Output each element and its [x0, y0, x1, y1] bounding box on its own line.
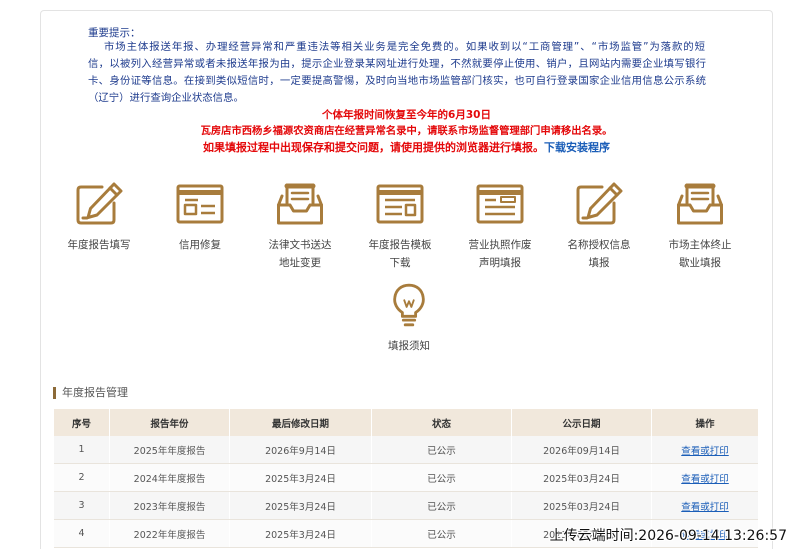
browser-hint-alert: 如果填报过程中出现保存和提交问题，请使用提供的浏览器进行填报。下载安装程序: [40, 141, 773, 155]
column-header: 序号: [54, 409, 110, 436]
status: 已公示: [372, 492, 512, 519]
service-label: 年度报告模板下载: [368, 239, 432, 269]
row-index: 4: [54, 520, 110, 547]
report-year: 2022年年度报告: [110, 520, 230, 547]
service-label: 法律文书送达地址变更: [268, 239, 332, 269]
service-name-authorization[interactable]: 名称授权信息填报: [554, 180, 644, 272]
browser-hint-text: 如果填报过程中出现保存和提交问题，请使用提供的浏览器进行填报。: [203, 141, 544, 154]
column-header: 操作: [695, 418, 715, 430]
status: 已公示: [372, 464, 512, 491]
download-installer-link[interactable]: 下载安装程序: [544, 141, 610, 154]
view-print-link[interactable]: 查看或打印: [681, 499, 729, 513]
service-report-template-download[interactable]: 年度报告模板下载: [355, 180, 445, 272]
document-tray-icon: [655, 180, 745, 228]
service-label: 营业执照作废声明填报: [468, 239, 532, 269]
last-modified: 2025年3月24日: [230, 492, 372, 519]
last-modified: 2025年3月24日: [230, 520, 372, 547]
view-print-link[interactable]: 查看或打印: [681, 471, 729, 485]
action-cell: 查看或打印: [652, 464, 758, 491]
service-label: 年度报告填写: [67, 239, 131, 251]
column-header: 公示日期: [512, 409, 652, 436]
publish-date: 2025年03月24日: [512, 464, 652, 491]
document-tray-icon: [255, 180, 345, 228]
notice-title: 重要提示：: [88, 27, 141, 39]
table-header-row: 序号 报告年份 最后修改日期 状态 公示日期 操作: [54, 409, 758, 436]
service-label: 市场主体终止歇业填报: [668, 239, 732, 269]
last-modified: 2026年9月14日: [230, 436, 372, 463]
upload-time-watermark: 上传云端时间:2026-09-14 13:26:57: [549, 528, 787, 544]
publish-date: 2025年03月24日: [512, 492, 652, 519]
action-cell: 查看或打印: [652, 436, 758, 463]
lightbulb-icon: [364, 280, 454, 330]
service-label: 信用修复: [179, 239, 221, 251]
service-license-void-notice[interactable]: 营业执照作废声明填报: [455, 180, 545, 272]
status: 已公示: [372, 436, 512, 463]
service-annual-report-fill[interactable]: 年度报告填写: [54, 180, 144, 254]
notice-line: 信，以被列入经营异常或者未报送年报为由，提示企业登录某网址进行处理，不然就要停止…: [88, 58, 706, 70]
row-index: 3: [54, 492, 110, 519]
publish-date: 2026年09月14日: [512, 436, 652, 463]
status: 已公示: [372, 520, 512, 547]
column-header: 状态: [372, 409, 512, 436]
table-row: 2 2024年年度报告 2025年3月24日 已公示 2025年03月24日 查…: [54, 464, 758, 492]
pen-document-icon: [54, 180, 144, 228]
column-header: 报告年份: [110, 409, 230, 436]
table-row: 3 2023年年度报告 2025年3月24日 已公示 2025年03月24日 查…: [54, 492, 758, 520]
service-label: 填报须知: [388, 340, 430, 352]
pen-document-icon: [554, 180, 644, 228]
section-accent-bar: [53, 387, 56, 399]
window-list-icon: [455, 180, 545, 228]
report-year: 2024年年度报告: [110, 464, 230, 491]
window-list-icon: [355, 180, 445, 228]
notice-line: 卡、身份证等信息。在接到类似短信时，一定要提高警惕，及时向当地市场监管部门核实，…: [88, 75, 706, 87]
service-filing-instructions[interactable]: 填报须知: [364, 280, 454, 355]
service-legal-doc-address[interactable]: 法律文书送达地址变更: [255, 180, 345, 272]
notice-line: （辽宁）进行查询企业状态信息。: [88, 92, 244, 104]
action-cell: 查看或打印: [652, 492, 758, 519]
window-list-icon: [155, 180, 245, 228]
notice-line: 市场主体报送年报、办理经营异常和严重违法等相关业务是完全免费的。如果收到以“工商…: [104, 41, 705, 53]
row-index: 2: [54, 464, 110, 491]
report-year: 2023年年度报告: [110, 492, 230, 519]
abnormal-list-alert: 瓦房店市西杨乡福源农资商店在经营异常名录中，请联系市场监督管理部门申请移出名录。: [200, 125, 613, 137]
service-entity-termination[interactable]: 市场主体终止歇业填报: [655, 180, 745, 272]
row-index: 1: [54, 436, 110, 463]
service-credit-repair[interactable]: 信用修复: [155, 180, 245, 254]
last-modified: 2025年3月24日: [230, 464, 372, 491]
table-row: 1 2025年年度报告 2026年9月14日 已公示 2026年09月14日 查…: [54, 436, 758, 464]
view-print-link[interactable]: 查看或打印: [681, 443, 729, 457]
report-year: 2025年年度报告: [110, 436, 230, 463]
deadline-alert: 个体年报时间恢复至今年的6月30日: [322, 109, 491, 121]
service-label: 名称授权信息填报: [567, 239, 631, 269]
section-title: 年度报告管理: [62, 386, 128, 399]
column-header: 最后修改日期: [230, 409, 372, 436]
